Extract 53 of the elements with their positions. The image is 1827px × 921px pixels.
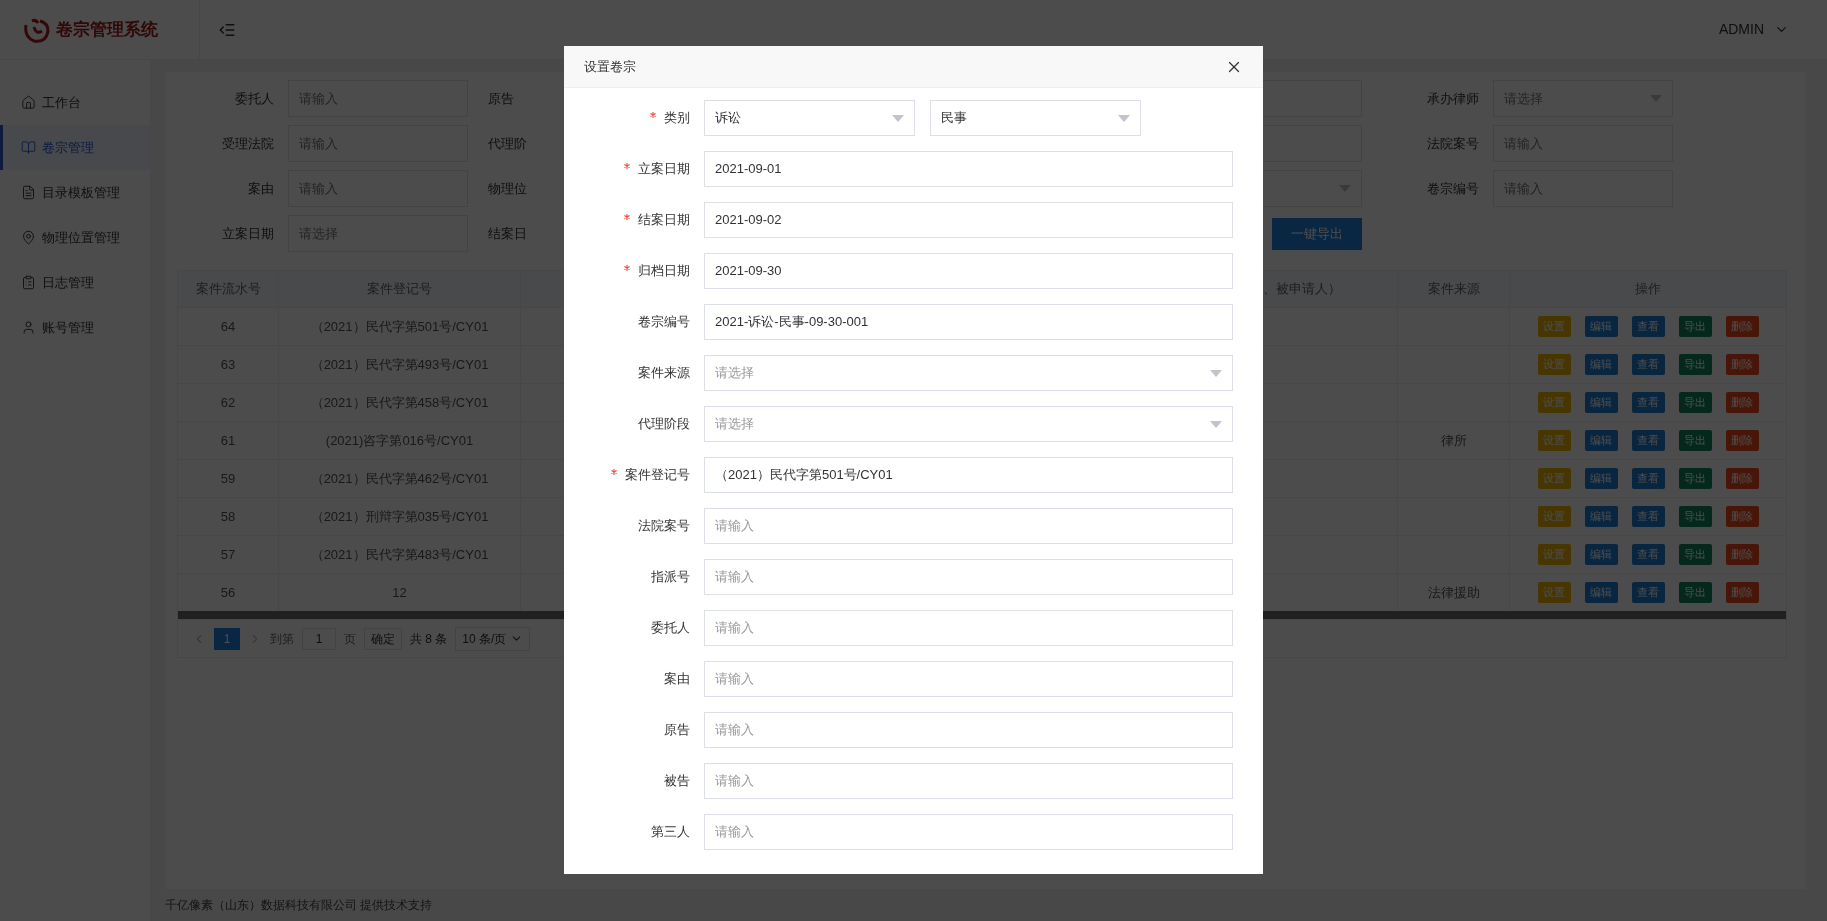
filter-label: 案由 (247, 179, 275, 198)
input-field[interactable]: 请输入 (704, 814, 1233, 850)
required-asterisk-icon (624, 265, 630, 271)
field-label: 第三人 (651, 823, 690, 842)
required-asterisk-icon (624, 214, 630, 220)
input-field[interactable]: 2021-诉讼-民事-09-30-001 (704, 304, 1233, 340)
dropdown-caret-icon (892, 114, 904, 122)
dialog-title: 设置卷宗 (584, 57, 636, 76)
input-field[interactable]: 请输入 (704, 610, 1233, 646)
input-field[interactable]: 2021-09-01 (704, 151, 1233, 187)
filter-label: 受理法院 (221, 134, 275, 153)
input-field[interactable]: 请输入 (704, 763, 1233, 799)
input-field[interactable]: 2021-09-30 (704, 253, 1233, 289)
field-label: 案件登记号 (625, 466, 690, 485)
select-field[interactable]: 民事 (930, 100, 1141, 136)
field-label: 被告 (664, 772, 690, 791)
select-field[interactable]: 请选择 (704, 406, 1233, 442)
filter-label: 承办律师 (1426, 89, 1480, 108)
field-label: 指派号 (651, 568, 690, 587)
total-count: 共 8 条 (410, 630, 448, 648)
input-field[interactable]: 请输入 (704, 712, 1233, 748)
dropdown-caret-icon (1118, 114, 1130, 122)
input-field[interactable]: 请输入 (704, 508, 1233, 544)
filter-label: 结案日 (488, 224, 527, 243)
dropdown-caret-icon (1210, 420, 1222, 428)
field-label: 案件来源 (638, 364, 690, 383)
required-asterisk-icon (611, 469, 617, 475)
field-label: 卷宗编号 (638, 313, 690, 332)
required-asterisk-icon (624, 163, 630, 169)
required-asterisk-icon (650, 112, 656, 118)
app-title: 卷宗管理系统 (56, 17, 158, 41)
input-field[interactable]: 请输入 (704, 559, 1233, 595)
input-field[interactable]: （2021）民代字第501号/CY01 (704, 457, 1233, 493)
field-label: 类别 (664, 109, 690, 128)
filter-label: 立案日期 (221, 224, 275, 243)
field-label: 委托人 (651, 619, 690, 638)
dropdown-caret-icon (1210, 369, 1222, 377)
filter-label: 原告 (488, 89, 514, 108)
field-label: 归档日期 (638, 262, 690, 281)
field-label: 代理阶段 (638, 415, 690, 434)
field-label: 结案日期 (638, 211, 690, 230)
filter-label: 法院案号 (1426, 134, 1480, 153)
select-field[interactable]: 诉讼 (704, 100, 915, 136)
field-label: 案由 (664, 670, 690, 689)
field-label: 立案日期 (638, 160, 690, 179)
field-label: 法院案号 (638, 517, 690, 536)
filter-label: 委托人 (234, 89, 275, 108)
input-field[interactable]: 请输入 (704, 661, 1233, 697)
filter-label: 代理阶 (488, 134, 527, 153)
field-label: 原告 (664, 721, 690, 740)
filter-label: 物理位 (488, 179, 527, 198)
select-field[interactable]: 请选择 (704, 355, 1233, 391)
input-field[interactable]: 2021-09-02 (704, 202, 1233, 238)
